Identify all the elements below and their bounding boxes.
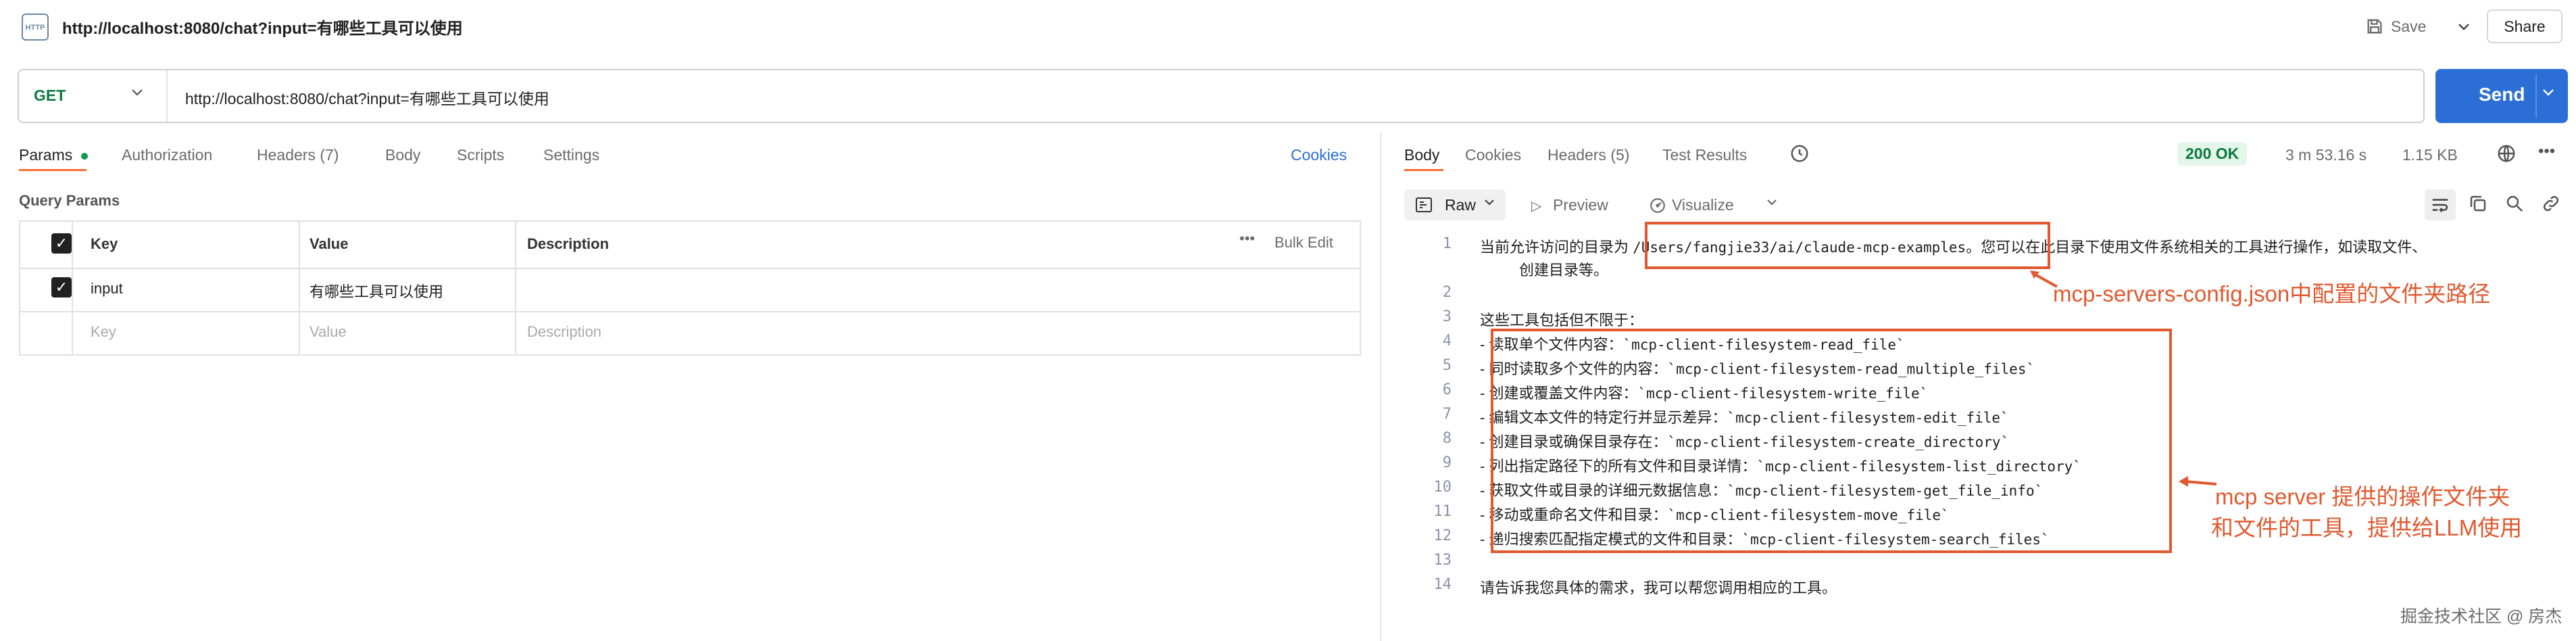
- response-tab-test-results[interactable]: Test Results: [1662, 146, 1747, 164]
- param-key[interactable]: input: [91, 280, 123, 298]
- method-select[interactable]: GET: [34, 87, 66, 105]
- annotation-arrow-icon: [2030, 270, 2058, 288]
- wrap-lines-icon: [2432, 199, 2448, 212]
- save-label: Save: [2391, 17, 2427, 35]
- active-tab-indicator: [19, 169, 86, 171]
- line-number: 1: [1442, 235, 1452, 252]
- line-number: 3: [1442, 308, 1452, 325]
- url-input[interactable]: http://localhost:8080/chat?input=有哪些工具可以…: [185, 86, 549, 109]
- raw-label[interactable]: Raw: [1445, 196, 1476, 214]
- line-number: 11: [1433, 503, 1452, 520]
- params-active-dot: [81, 153, 88, 160]
- send-label[interactable]: Send: [2479, 84, 2525, 105]
- status-badge[interactable]: 200 OK: [2177, 142, 2248, 166]
- line-number: 6: [1442, 381, 1452, 398]
- search-icon[interactable]: [2504, 193, 2525, 214]
- response-tab-body[interactable]: Body: [1404, 146, 1439, 164]
- column-header-value: Value: [309, 235, 349, 252]
- code-line-wrap[interactable]: 创建目录等。: [1519, 258, 1608, 280]
- line-number: 7: [1442, 406, 1452, 423]
- tab-params[interactable]: Params: [19, 146, 72, 164]
- table-row-divider: [19, 311, 1361, 312]
- share-button[interactable]: Share: [2487, 9, 2562, 43]
- play-icon: ▷: [1531, 199, 1542, 214]
- copy-icon[interactable]: [2468, 193, 2488, 214]
- tools-list-highlight: [1491, 329, 2172, 553]
- line-number: 2: [1442, 284, 1452, 301]
- bulk-edit-button[interactable]: Bulk Edit: [1274, 234, 1333, 252]
- param-value[interactable]: 有哪些工具可以使用: [309, 280, 443, 302]
- active-tab-indicator: [1404, 169, 1443, 171]
- key-placeholder[interactable]: Key: [91, 323, 116, 341]
- line-number: 12: [1433, 527, 1452, 544]
- send-divider: [2535, 74, 2537, 118]
- response-tab-headers[interactable]: Headers (5): [1547, 146, 1629, 164]
- select-all-checkbox[interactable]: ✓: [51, 233, 72, 254]
- line-number: 8: [1442, 430, 1452, 447]
- tools-annotation-line1: mcp server 提供的操作文件夹: [2215, 484, 2510, 509]
- table-row-divider: [19, 268, 1361, 269]
- code-line[interactable]: 请告诉我您具体的需求，我可以帮您调用相应的工具。: [1480, 576, 1837, 598]
- http-request-icon: HTTP: [22, 14, 49, 41]
- chevron-down-icon[interactable]: [1484, 196, 1495, 210]
- line-number: 14: [1433, 576, 1452, 593]
- tools-annotation-line2: 和文件的工具，提供给LLM使用: [2211, 515, 2523, 540]
- chevron-down-icon: [2543, 89, 2554, 96]
- history-icon[interactable]: [1789, 143, 1810, 164]
- response-tab-cookies[interactable]: Cookies: [1465, 146, 1521, 164]
- tab-settings[interactable]: Settings: [543, 146, 599, 164]
- tab-body[interactable]: Body: [385, 146, 420, 164]
- code-line[interactable]: 这些工具包括但不限于：: [1480, 308, 1643, 330]
- save-options-button[interactable]: [2450, 12, 2477, 42]
- send-options-button[interactable]: [2542, 85, 2554, 101]
- chevron-down-icon[interactable]: [131, 85, 143, 101]
- chevron-down-icon[interactable]: [1766, 196, 1777, 210]
- query-params-heading: Query Params: [19, 192, 120, 209]
- response-size[interactable]: 1.15 KB: [2402, 146, 2458, 164]
- table-col-divider: [72, 220, 73, 356]
- annotation-arrow-icon: [2179, 476, 2217, 487]
- watermark: 掘金技术社区 @ 房杰: [2400, 607, 2562, 626]
- globe-icon[interactable]: [2496, 143, 2517, 164]
- code-text: 当前允许访问的目录为: [1480, 239, 1633, 256]
- visualize-icon: [1650, 198, 1665, 213]
- tab-headers[interactable]: Headers (7): [257, 146, 339, 164]
- table-col-divider: [515, 220, 516, 356]
- panel-divider[interactable]: [1380, 133, 1381, 641]
- line-number: 4: [1442, 333, 1452, 350]
- preview-button[interactable]: Preview: [1553, 196, 1608, 214]
- column-header-description: Description: [527, 235, 610, 252]
- save-button[interactable]: Save: [2365, 11, 2460, 42]
- cookies-link[interactable]: Cookies: [1291, 146, 1347, 164]
- request-title: http://localhost:8080/chat?input=有哪些工具可以…: [62, 20, 463, 38]
- description-placeholder[interactable]: Description: [527, 323, 601, 341]
- tab-scripts[interactable]: Scripts: [457, 146, 504, 164]
- line-number: 5: [1442, 357, 1452, 374]
- url-divider: [166, 70, 168, 122]
- table-col-divider: [299, 220, 300, 356]
- tab-authorization[interactable]: Authorization: [122, 146, 212, 164]
- column-header-key: Key: [91, 235, 118, 252]
- params-table: [19, 220, 1361, 356]
- more-options-icon[interactable]: •••: [2538, 142, 2555, 161]
- chevron-down-icon: [2458, 24, 2469, 30]
- line-number: 9: [1442, 454, 1452, 471]
- visualize-button[interactable]: Visualize: [1672, 196, 1734, 214]
- config-path-highlight: [1645, 222, 2050, 269]
- value-placeholder[interactable]: Value: [309, 323, 347, 341]
- line-number: 13: [1433, 552, 1452, 569]
- more-options-icon[interactable]: •••: [1239, 230, 1255, 247]
- link-icon[interactable]: [2541, 193, 2561, 214]
- line-number: 10: [1433, 479, 1452, 496]
- save-icon: [2367, 19, 2382, 34]
- param-enabled-checkbox[interactable]: ✓: [51, 277, 72, 298]
- raw-text-icon: [1416, 197, 1432, 212]
- response-time[interactable]: 3 m 53.16 s: [2285, 146, 2367, 164]
- config-path-annotation: mcp-servers-config.json中配置的文件夹路径: [2053, 281, 2491, 306]
